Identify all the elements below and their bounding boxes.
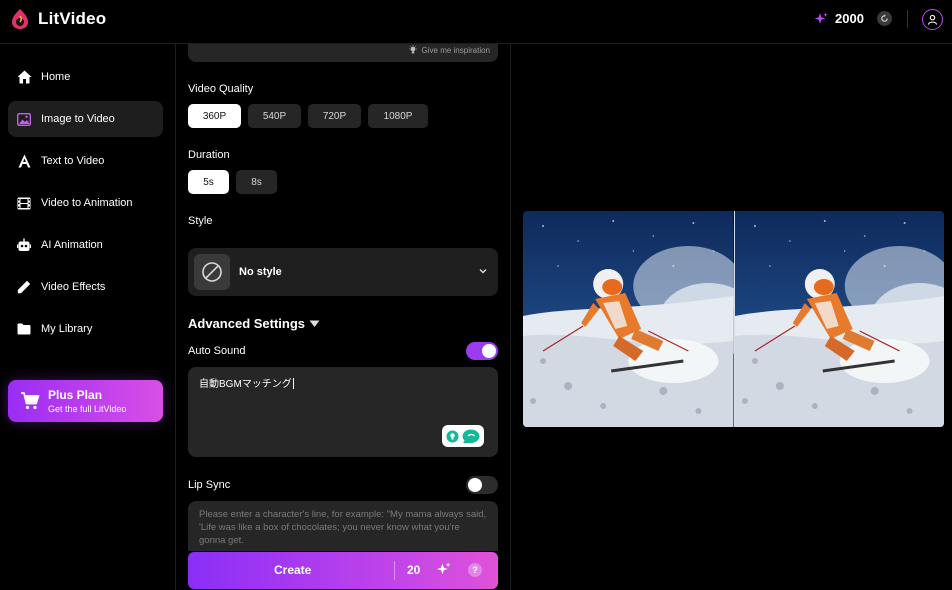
style-label: Style [188,215,213,227]
sidebar-item-label: Home [41,71,71,83]
sidebar-item-text-to-video[interactable]: Text to Video [8,143,163,179]
credits-count: 2000 [835,11,864,26]
auto-sound-text-wrap: 自動BGMマッチング [199,375,294,390]
create-label: Create [274,563,312,577]
sidebar-item-ai-animation[interactable]: AI Animation [8,227,163,263]
duration-label: Duration [188,149,230,161]
style-select[interactable]: No style [188,248,498,296]
film-icon [16,195,32,211]
astronaut-skiing-image [734,211,944,427]
user-icon [927,14,938,25]
cart-icon [21,392,40,410]
auto-sound-toggle[interactable] [466,342,498,360]
duration-options: 5s 8s [188,170,277,194]
auto-sound-label: Auto Sound [188,345,246,357]
caret-down-icon [309,320,320,327]
sidebar: Home Image to Video Text to Video Video … [0,44,176,590]
sidebar-item-label: My Library [41,323,93,335]
create-button[interactable]: Create 20 ? [188,552,498,589]
give-inspiration-label: Give me inspiration [421,45,490,55]
sidebar-item-video-to-animation[interactable]: Video to Animation [8,185,163,221]
sidebar-item-label: Video Effects [41,281,106,293]
lip-sync-label: Lip Sync [188,479,231,491]
lip-sync-textarea[interactable]: Please enter a character's line, for exa… [188,501,498,551]
lightbulb-icon [446,430,459,442]
litvideo-logo-icon[interactable] [10,8,30,30]
give-inspiration-button[interactable]: Give me inspiration [408,45,490,55]
chevron-down-icon [479,269,487,274]
plus-plan-subtitle: Get the full LitVideo [48,404,127,414]
quality-option-540p[interactable]: 540P [248,104,301,128]
lip-sync-toggle[interactable] [466,476,498,494]
auto-sound-textarea[interactable]: 自動BGMマッチング [188,367,498,457]
sidebar-item-label: AI Animation [41,239,103,251]
help-button[interactable]: ? [468,563,482,577]
advanced-settings-label: Advanced Settings [188,316,306,331]
sparkle-icon [814,12,828,24]
preview-frame-right [733,211,944,427]
sidebar-item-my-library[interactable]: My Library [8,311,163,347]
user-avatar-button[interactable] [922,9,943,30]
grammar-assistant-button[interactable] [442,425,484,447]
duration-option-8s[interactable]: 8s [236,170,277,194]
sidebar-item-image-to-video[interactable]: Image to Video [8,101,163,137]
video-preview[interactable] [523,211,944,427]
sidebar-item-video-effects[interactable]: Video Effects [8,269,163,305]
lightbulb-icon [408,45,417,54]
settings-panel: Give me inspiration Video Quality 360P 5… [176,44,511,590]
no-style-icon [194,254,230,290]
lip-sync-placeholder: Please enter a character's line, for exa… [199,509,487,546]
sidebar-item-label: Image to Video [41,113,115,125]
quality-option-1080p[interactable]: 1080P [368,104,428,128]
refresh-icon [881,14,888,22]
astronaut-skiing-image [523,211,734,427]
sidebar-item-label: Video to Animation [41,197,133,209]
brand-name[interactable]: LitVideo [38,9,106,29]
credits-display: 2000 [814,11,864,26]
video-quality-label: Video Quality [188,83,254,95]
folder-icon [16,321,32,337]
top-header: LitVideo 2000 [0,0,952,44]
video-quality-options: 360P 540P 720P 1080P [188,104,428,128]
credit-cost: 20 [407,563,421,577]
robot-icon [16,237,32,253]
advanced-settings-toggle[interactable]: Advanced Settings [188,316,320,331]
preview-frame-left [523,211,734,427]
duration-option-5s[interactable]: 5s [188,170,229,194]
plus-plan-title: Plus Plan [48,388,103,402]
plus-plan-button[interactable]: Plus Plan Get the full LitVideo [8,380,163,422]
prompt-textarea[interactable]: Give me inspiration [188,44,498,62]
header-divider [907,10,908,28]
text-icon [16,153,32,169]
image-icon [16,111,32,127]
sidebar-item-home[interactable]: Home [8,59,163,95]
sidebar-item-label: Text to Video [41,155,105,167]
quality-option-360p[interactable]: 360P [188,104,241,128]
quality-option-720p[interactable]: 720P [308,104,361,128]
chat-bubble-icon [462,429,480,443]
refresh-credits-button[interactable] [877,11,892,26]
style-value: No style [239,266,282,278]
home-icon [16,69,32,85]
sparkle-icon [437,562,451,575]
auto-sound-text: 自動BGMマッチング [199,379,292,390]
wand-icon [16,279,32,295]
create-divider [394,561,395,580]
